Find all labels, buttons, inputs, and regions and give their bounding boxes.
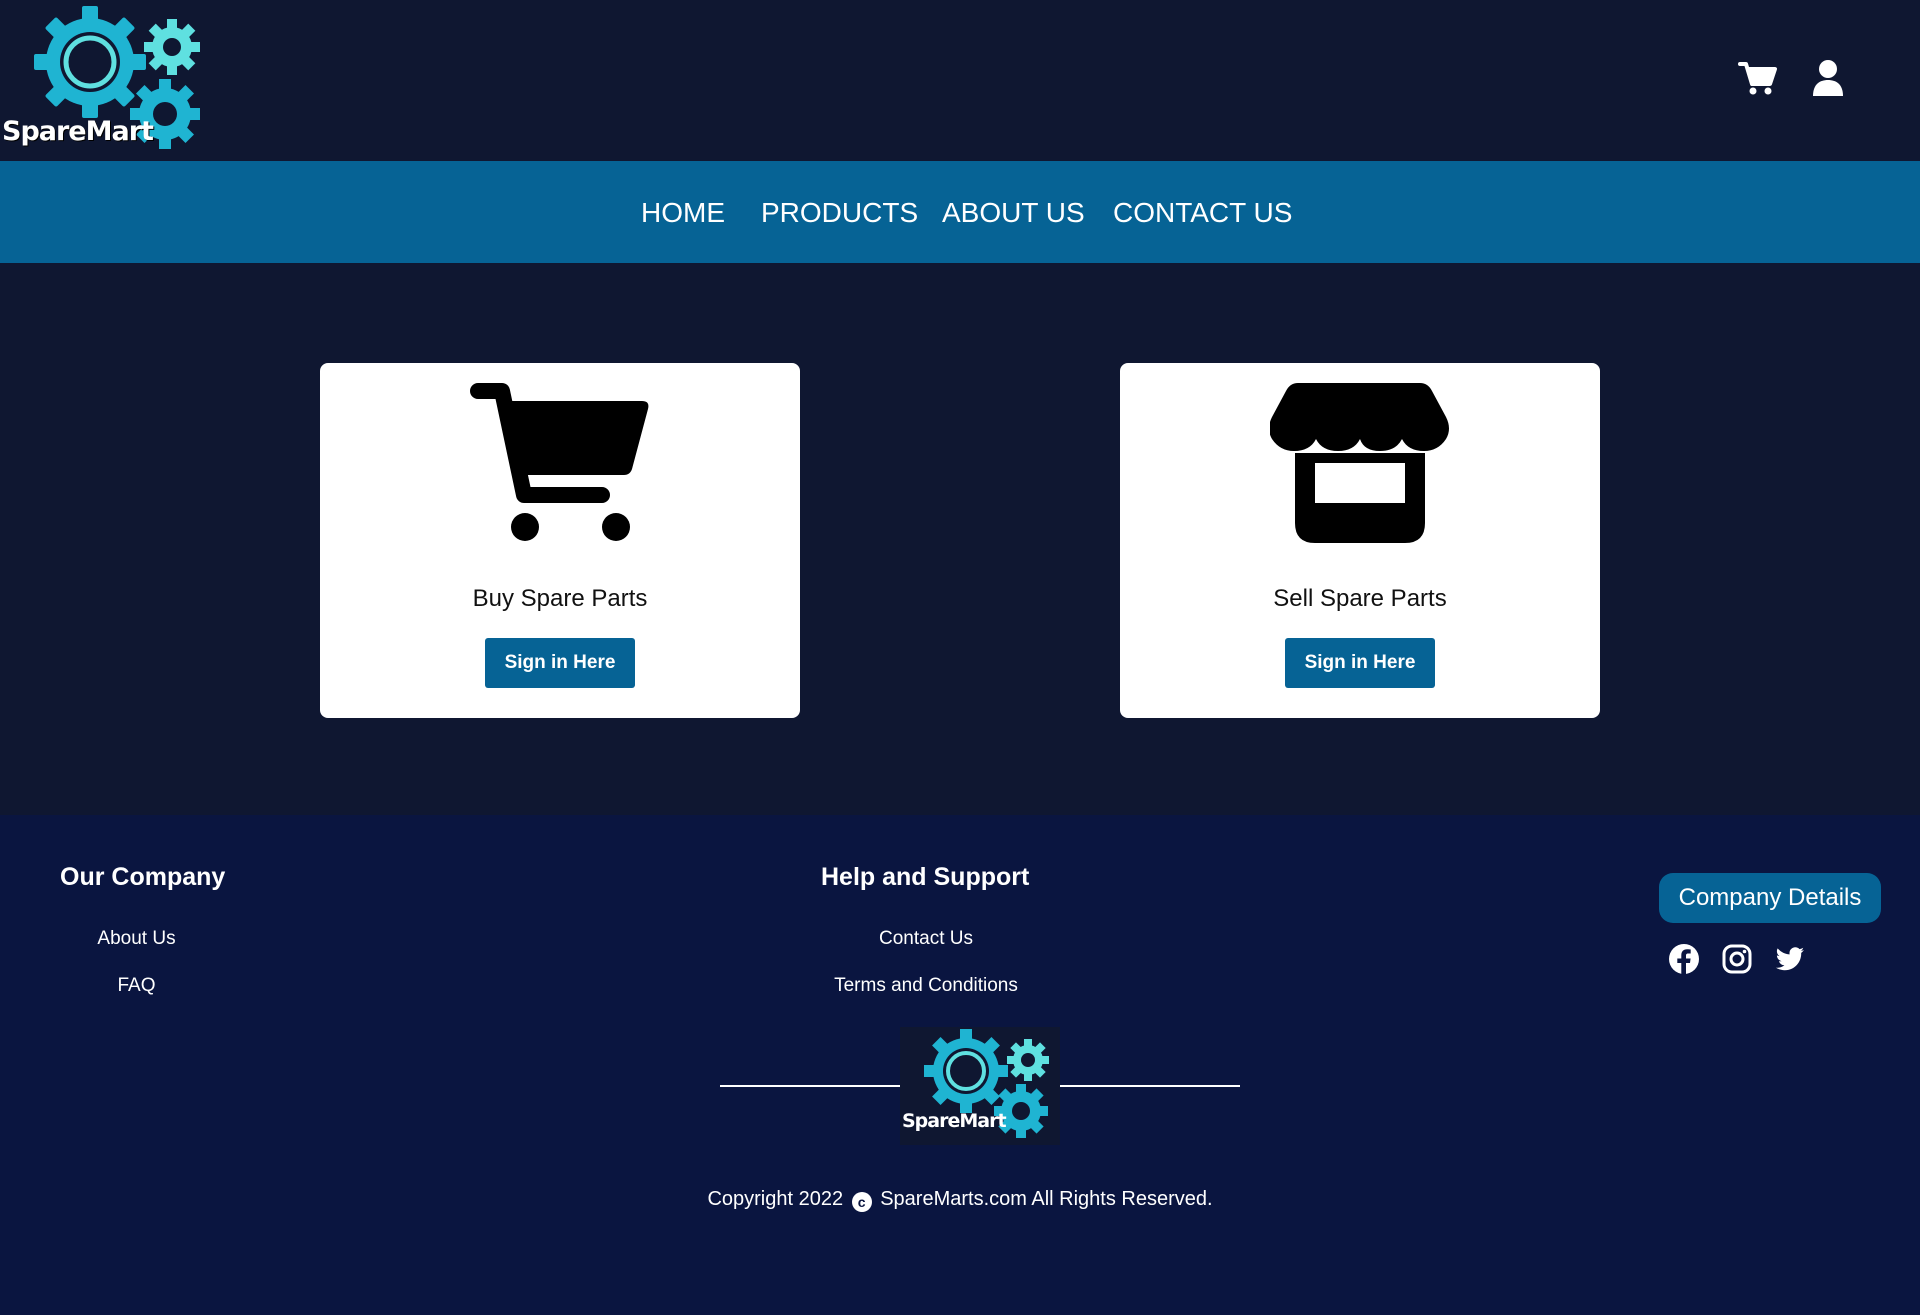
sell-sign-in-button[interactable]: Sign in Here — [1285, 638, 1435, 688]
our-company-heading: Our Company — [60, 863, 226, 891]
twitter-icon[interactable] — [1774, 943, 1806, 975]
footer-terms-link[interactable]: Terms and Conditions — [786, 975, 1066, 997]
copyright-icon: c — [851, 1192, 872, 1212]
site-header: SpareMart — [0, 0, 1920, 161]
copyright-prefix: Copyright 2022 — [707, 1188, 844, 1210]
logo-text: SpareMart — [2, 116, 154, 147]
cart-icon[interactable] — [1738, 58, 1778, 98]
copyright-suffix: SpareMarts.com All Rights Reserved. — [880, 1188, 1213, 1210]
cart-icon — [470, 383, 650, 543]
nav-products[interactable]: PRODUCTS — [761, 197, 918, 229]
main-nav: HOME PRODUCTS ABOUT US CONTACT US — [0, 161, 1920, 263]
divider-left — [720, 1085, 900, 1087]
site-footer: Our Company About Us FAQ Help and Suppor… — [0, 815, 1920, 1315]
sell-spare-parts-card: Sell Spare Parts Sign in Here — [1120, 363, 1600, 718]
instagram-icon[interactable] — [1721, 943, 1753, 975]
footer-about-us-link[interactable]: About Us — [0, 928, 273, 950]
divider-right — [1060, 1085, 1240, 1087]
buy-sign-in-button[interactable]: Sign in Here — [485, 638, 635, 688]
footer-contact-us-link[interactable]: Contact Us — [826, 928, 1026, 950]
user-icon[interactable] — [1808, 58, 1848, 98]
footer-logo: SpareMart — [900, 1027, 1060, 1145]
help-support-heading: Help and Support — [821, 863, 1030, 891]
sparemart-logo[interactable]: SpareMart — [0, 4, 205, 154]
nav-home[interactable]: HOME — [641, 197, 725, 229]
footer-faq-link[interactable]: FAQ — [0, 975, 273, 997]
buy-spare-parts-card: Buy Spare Parts Sign in Here — [320, 363, 800, 718]
card-title: Buy Spare Parts — [472, 585, 648, 612]
nav-contact-us[interactable]: CONTACT US — [1113, 197, 1292, 229]
card-title: Sell Spare Parts — [1273, 585, 1447, 612]
nav-about-us[interactable]: ABOUT US — [942, 197, 1085, 229]
company-details-button[interactable]: Company Details — [1659, 873, 1881, 923]
facebook-icon[interactable] — [1668, 943, 1700, 975]
footer-logo-text: SpareMart — [902, 1110, 1007, 1132]
store-icon — [1270, 383, 1450, 543]
copyright-text: Copyright 2022 c SpareMarts.com All Righ… — [0, 1188, 1920, 1212]
